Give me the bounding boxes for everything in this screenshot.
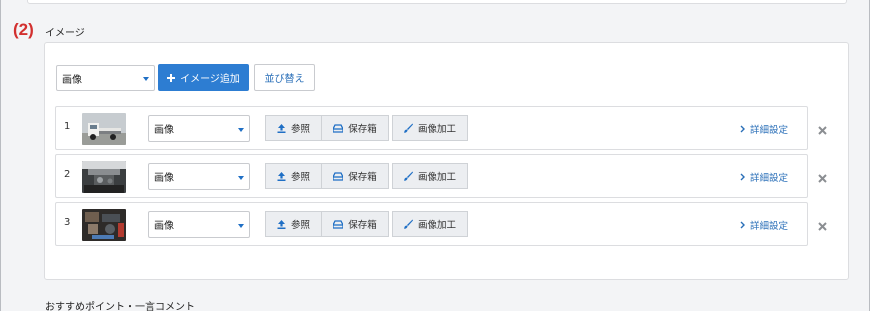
row-type-select[interactable]: 画像	[148, 211, 250, 238]
row-tools: 参照 保存箱 画像加工	[265, 211, 468, 237]
image-edit-label: 画像加工	[417, 220, 456, 231]
image-row: 3 画像 参照 保存箱 画像加工 詳細設定	[55, 202, 808, 246]
brush-icon	[404, 219, 413, 229]
storage-button[interactable]: 保存箱	[322, 211, 389, 237]
upload-icon	[277, 219, 286, 229]
next-section-title: おすすめポイント・一言コメント	[45, 302, 195, 311]
drive-icon	[333, 123, 344, 133]
image-edit-label: 画像加工	[417, 124, 456, 135]
detail-settings-label: 詳細設定	[750, 125, 789, 136]
add-image-label: イメージ追加	[180, 74, 240, 85]
image-edit-label: 画像加工	[417, 172, 456, 183]
brush-icon	[404, 123, 413, 133]
image-row: 1 画像 参照 保存箱 画像加工 詳細設定	[55, 106, 808, 150]
image-type-select-value: 画像	[62, 74, 82, 86]
row-type-value: 画像	[154, 173, 174, 184]
browse-button[interactable]: 参照	[265, 163, 322, 189]
sort-label: 並び替え	[264, 74, 305, 85]
storage-label: 保存箱	[348, 172, 377, 183]
row-type-select[interactable]: 画像	[148, 163, 250, 190]
plus-icon	[167, 73, 176, 82]
browse-label: 参照	[290, 172, 310, 183]
row-index: 2	[64, 169, 71, 180]
close-icon[interactable]	[818, 174, 827, 183]
section-title: イメージ	[45, 28, 85, 39]
image-row: 2 画像 参照 保存箱 画像加工 詳細設定	[55, 154, 808, 198]
storage-button[interactable]: 保存箱	[322, 163, 389, 189]
row-index: 3	[64, 217, 71, 228]
detail-settings-label: 詳細設定	[750, 221, 789, 232]
row-type-value: 画像	[154, 125, 174, 136]
detail-settings-link[interactable]: 詳細設定	[740, 170, 788, 184]
brush-icon	[404, 171, 413, 181]
detail-settings-label: 詳細設定	[750, 173, 789, 184]
storage-label: 保存箱	[348, 220, 377, 231]
image-type-select[interactable]: 画像	[56, 65, 155, 91]
row-type-select[interactable]: 画像	[148, 115, 250, 142]
engine-parts-thumbnail[interactable]	[82, 209, 126, 241]
row-tools: 参照 保存箱 画像加工	[265, 163, 468, 189]
row-type-value: 画像	[154, 221, 174, 232]
add-image-button[interactable]: イメージ追加	[158, 64, 249, 91]
close-icon[interactable]	[818, 222, 827, 231]
caret-down-icon	[238, 127, 244, 132]
storage-label: 保存箱	[348, 124, 377, 135]
browse-button[interactable]: 参照	[265, 115, 322, 141]
caret-down-icon	[143, 77, 149, 81]
detail-settings-link[interactable]: 詳細設定	[740, 122, 788, 136]
sort-button[interactable]: 並び替え	[254, 64, 315, 91]
drive-icon	[333, 171, 344, 181]
storage-button[interactable]: 保存箱	[322, 115, 389, 141]
upload-icon	[277, 123, 286, 133]
caret-down-icon	[238, 223, 244, 228]
chevron-right-icon	[740, 173, 745, 181]
upload-icon	[277, 171, 286, 181]
caret-down-icon	[238, 175, 244, 180]
browse-button[interactable]: 参照	[265, 211, 322, 237]
section-marker: (2)	[13, 20, 34, 39]
white-truck-thumbnail[interactable]	[82, 113, 126, 145]
browse-label: 参照	[290, 124, 310, 135]
drive-icon	[333, 219, 344, 229]
browse-label: 参照	[290, 220, 310, 231]
image-panel: 画像 イメージ追加 並び替え 1 画像 参照 保存箱 画像加工 詳細設定 2 画…	[44, 42, 849, 280]
row-tools: 参照 保存箱 画像加工	[265, 115, 468, 141]
detail-settings-link[interactable]: 詳細設定	[740, 218, 788, 232]
image-edit-button[interactable]: 画像加工	[392, 211, 468, 237]
row-index: 1	[64, 121, 71, 132]
image-edit-button[interactable]: 画像加工	[392, 115, 468, 141]
chevron-right-icon	[740, 221, 745, 229]
previous-section-card	[27, 0, 847, 4]
close-icon[interactable]	[818, 126, 827, 135]
chevron-right-icon	[740, 125, 745, 133]
engine-bay-thumbnail[interactable]	[82, 161, 126, 193]
image-edit-button[interactable]: 画像加工	[392, 163, 468, 189]
